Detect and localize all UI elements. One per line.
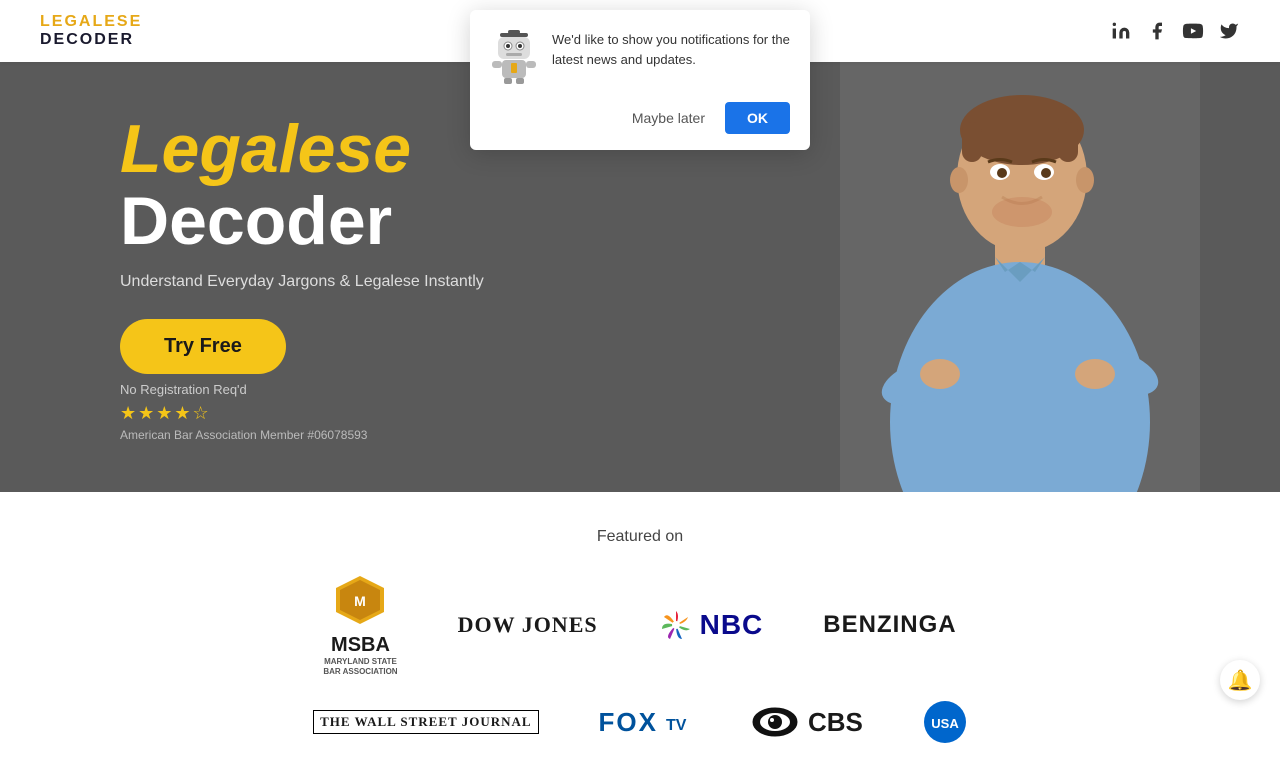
hero-stars: ★★★★☆ <box>120 403 484 424</box>
popup-actions: Maybe later OK <box>490 102 790 134</box>
popup-notification-text: We'd like to show you notifications for … <box>552 30 790 69</box>
facebook-icon[interactable] <box>1146 20 1168 42</box>
cbs-logo: CBS <box>750 702 863 742</box>
hero-subtitle: Understand Everyday Jargons & Legalese I… <box>120 273 484 291</box>
featured-logos-row2: THE WALL STREET JOURNAL FOX TV CBS <box>0 676 1280 744</box>
nbc-logo: NBC <box>658 607 764 643</box>
hero-content: Legalese Decoder Understand Everyday Jar… <box>0 112 484 442</box>
fox-icon: TV <box>666 710 690 734</box>
featured-section: Featured on M MSBA MARYLAND STATEBAR ASS… <box>0 492 1280 764</box>
featured-label: Featured on <box>0 528 1280 546</box>
usa-logo: USA <box>923 700 967 744</box>
wsj-logo: THE WALL STREET JOURNAL <box>313 710 538 734</box>
popup-top: We'd like to show you notifications for … <box>490 30 790 84</box>
youtube-icon[interactable] <box>1182 20 1204 42</box>
benzinga-text: BENZINGA <box>823 611 956 639</box>
dowjones-logo: DOW JONES <box>458 612 598 638</box>
hero-no-reg: No Registration Req'd <box>120 382 484 397</box>
cbs-text: CBS <box>808 707 863 738</box>
msba-logo: M MSBA MARYLAND STATEBAR ASSOCIATION <box>323 574 397 676</box>
linkedin-icon[interactable] <box>1110 20 1132 42</box>
hero-aba: American Bar Association Member #0607859… <box>120 428 484 442</box>
maybe-later-button[interactable]: Maybe later <box>624 104 713 132</box>
svg-text:M: M <box>355 593 367 609</box>
wsj-text: THE WALL STREET JOURNAL <box>313 710 538 734</box>
msba-text: MSBA <box>323 634 397 657</box>
featured-logos-row1: M MSBA MARYLAND STATEBAR ASSOCIATION DOW… <box>0 574 1280 676</box>
bell-icon: 🔔 <box>1228 668 1253 693</box>
benzinga-logo: BENZINGA <box>823 611 956 639</box>
try-free-button[interactable]: Try Free <box>120 319 286 374</box>
usa-icon: USA <box>923 700 967 744</box>
logo[interactable]: LEGALESE DECODER <box>40 13 142 48</box>
notification-popup: We'd like to show you notifications for … <box>470 10 810 150</box>
logo-top: LEGALESE <box>40 13 142 31</box>
hero-person-svg <box>840 62 1200 492</box>
ok-button[interactable]: OK <box>725 102 790 134</box>
svg-text:USA: USA <box>931 716 959 731</box>
notification-bell[interactable]: 🔔 <box>1220 660 1260 700</box>
social-icons <box>1110 20 1240 42</box>
hero-man-image <box>840 62 1200 492</box>
msba-subtext: MARYLAND STATEBAR ASSOCIATION <box>323 657 397 676</box>
fox-text: FOX <box>599 707 658 738</box>
cbs-eye-icon <box>750 702 800 742</box>
twitter-icon[interactable] <box>1218 20 1240 42</box>
robot-icon <box>490 30 538 84</box>
nbc-text: NBC <box>700 609 764 641</box>
logo-bottom: DECODER <box>40 31 142 49</box>
dowjones-text: DOW JONES <box>458 612 598 638</box>
nbc-peacock-icon <box>658 607 694 643</box>
hero-title-yellow: Legalese <box>120 112 484 187</box>
msba-badge-icon: M <box>334 574 386 626</box>
hero-title-white: Decoder <box>120 187 484 255</box>
fox-logo: FOX TV <box>599 707 690 738</box>
